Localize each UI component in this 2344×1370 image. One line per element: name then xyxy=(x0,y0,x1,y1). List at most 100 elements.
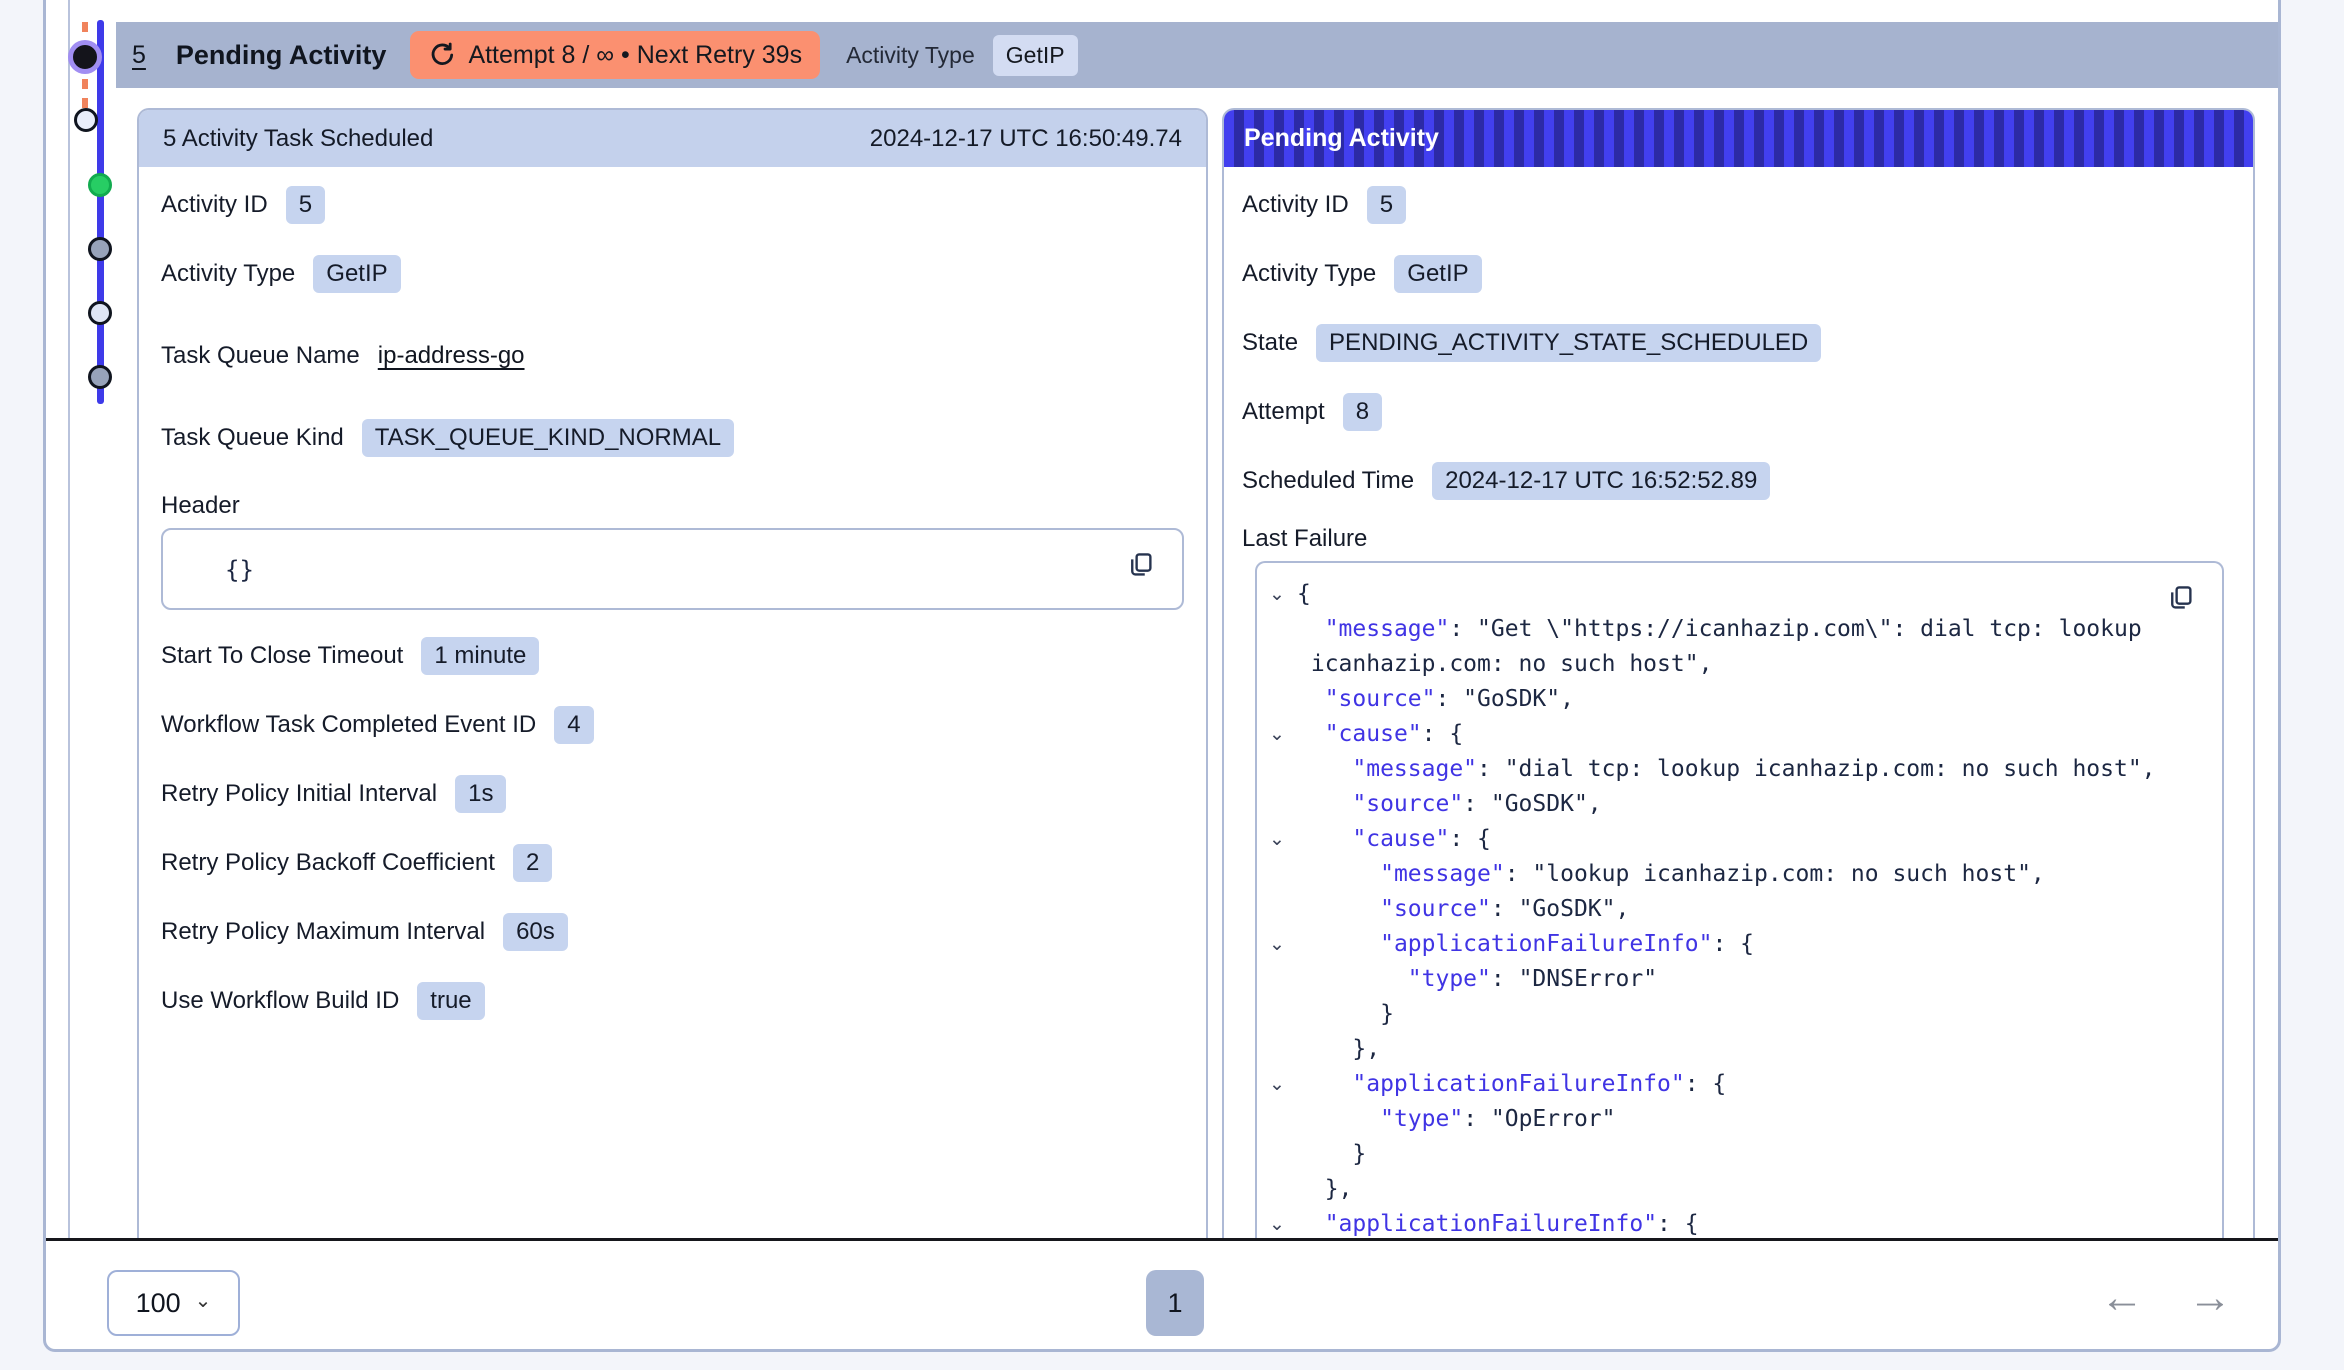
detail-field-row: Retry Policy Maximum Interval 60s xyxy=(161,910,1184,954)
code-text: "source": "GoSDK", xyxy=(1297,787,1602,822)
chevron-down-icon: ⌄ xyxy=(195,1288,212,1313)
code-gutter xyxy=(1257,1172,1297,1207)
detail-field-row: Start To Close Timeout1 minute xyxy=(161,634,1184,678)
event-detail-timestamp: 2024-12-17 UTC 16:50:49.74 xyxy=(870,125,1182,153)
copy-icon[interactable] xyxy=(1126,550,1156,585)
detail-field-row: Use Workflow Build IDtrue xyxy=(161,979,1184,1023)
detail-field-row: Activity ID5 xyxy=(1242,183,2235,227)
field-value-badge: 4 xyxy=(554,706,593,744)
code-gutter xyxy=(1257,857,1297,892)
workflow-event-history-screen: 5 Pending Activity Attempt 8 / ∞ • Next … xyxy=(0,0,2344,1370)
code-gutter xyxy=(1257,1032,1297,1067)
json-code-line: "source": "GoSDK", xyxy=(1257,787,2222,822)
code-gutter xyxy=(1257,892,1297,927)
field-value-badge: TASK_QUEUE_KIND_NORMAL xyxy=(362,419,734,457)
collapse-chevron-icon[interactable]: ⌄ xyxy=(1257,822,1297,857)
light-event-dot[interactable] xyxy=(88,301,112,325)
code-gutter xyxy=(1257,647,1297,682)
detail-field-row: Activity ID5 xyxy=(161,183,1184,227)
json-code-line: "message": "lookup icanhazip.com: no suc… xyxy=(1257,857,2222,892)
field-label: State xyxy=(1242,329,1298,357)
code-text: "type": "DNSError" xyxy=(1297,962,1657,997)
json-code-line: ⌄ "applicationFailureInfo": { xyxy=(1257,1207,2222,1238)
detail-field-row: Task Queue Nameip-address-go xyxy=(161,334,1184,378)
field-value-badge: GetIP xyxy=(1394,255,1481,293)
open-event-dot[interactable] xyxy=(74,108,98,132)
collapse-chevron-icon[interactable]: ⌄ xyxy=(1257,577,1297,612)
field-label: Activity Type xyxy=(1242,260,1376,288)
field-label: Activity ID xyxy=(161,191,268,219)
collapse-chevron-icon[interactable]: ⌄ xyxy=(1257,1207,1297,1238)
code-text: "source": "GoSDK", xyxy=(1297,682,1574,717)
detail-field-row: Scheduled Time2024-12-17 UTC 16:52:52.89 xyxy=(1242,459,2235,503)
success-event-dot[interactable] xyxy=(88,173,112,197)
json-code-line: } xyxy=(1257,1137,2222,1172)
selected-event-dot[interactable] xyxy=(73,45,97,69)
retry-icon xyxy=(428,41,456,69)
collapse-chevron-icon[interactable]: ⌄ xyxy=(1257,717,1297,752)
code-text: "source": "GoSDK", xyxy=(1297,892,1629,927)
json-code-line: ⌄{ xyxy=(1257,577,2222,612)
activity-type-badge: GetIP xyxy=(993,35,1078,76)
previous-page-arrow[interactable]: ← xyxy=(2092,1268,2152,1328)
json-code-line: icanhazip.com: no such host", xyxy=(1257,647,2222,682)
collapse-chevron-icon[interactable]: ⌄ xyxy=(1257,927,1297,962)
task-queue-link[interactable]: ip-address-go xyxy=(378,342,525,370)
detail-field-row: Activity TypeGetIP xyxy=(161,252,1184,296)
code-gutter xyxy=(1257,787,1297,822)
code-gutter xyxy=(1257,997,1297,1032)
header-section-label: Header xyxy=(161,492,1184,520)
activity-task-scheduled-header: 5 Activity Task Scheduled 2024-12-17 UTC… xyxy=(139,110,1206,167)
json-code-line: "type": "DNSError" xyxy=(1257,962,2222,997)
json-code-line: ⌄ "applicationFailureInfo": { xyxy=(1257,927,2222,962)
code-text: "type": "OpError" xyxy=(1297,1102,1616,1137)
field-label: Retry Policy Maximum Interval xyxy=(161,918,485,946)
code-text: { xyxy=(1297,577,1311,612)
json-code-line: "type": "OpError" xyxy=(1257,1102,2222,1137)
pending-activity-header-bar[interactable]: 5 Pending Activity Attempt 8 / ∞ • Next … xyxy=(116,22,2278,88)
gray-event-dot[interactable] xyxy=(88,237,112,261)
field-value-badge: 60s xyxy=(503,913,568,951)
field-value-badge: 8 xyxy=(1343,393,1382,431)
field-value-badge: 5 xyxy=(1367,186,1406,224)
current-page-button[interactable]: 1 xyxy=(1146,1270,1204,1336)
json-code-line: } xyxy=(1257,997,2222,1032)
event-id-link[interactable]: 5 xyxy=(132,41,146,70)
code-text: "applicationFailureInfo": { xyxy=(1297,1207,1699,1238)
detail-field-row: Activity Type GetIP xyxy=(1242,252,2235,296)
next-page-arrow[interactable]: → xyxy=(2180,1268,2240,1328)
code-text: "applicationFailureInfo": { xyxy=(1297,927,1754,962)
code-text: } xyxy=(1297,1137,1366,1172)
page-size-select[interactable]: 100 ⌄ xyxy=(107,1270,240,1336)
pending-activity-card-title: Pending Activity xyxy=(1244,124,1439,153)
json-code-line: }, xyxy=(1257,1032,2222,1067)
field-value-badge: 2 xyxy=(513,844,552,882)
code-gutter xyxy=(1257,1102,1297,1137)
copy-icon[interactable] xyxy=(2166,583,2196,618)
pending-activity-card: Pending Activity Activity ID5 Activity Ty… xyxy=(1222,108,2255,1238)
last-failure-codeblock: ⌄{ "message": "Get \"https://icanhazip.c… xyxy=(1255,561,2224,1238)
field-value-badge: PENDING_ACTIVITY_STATE_SCHEDULED xyxy=(1316,324,1821,362)
detail-field-row: Attempt8 xyxy=(1242,390,2235,434)
code-text: "cause": { xyxy=(1297,822,1491,857)
field-label: Activity Type xyxy=(161,260,295,288)
page-size-value: 100 xyxy=(136,1288,181,1319)
code-gutter xyxy=(1257,682,1297,717)
field-value-badge: 1 minute xyxy=(421,637,539,675)
field-label: Task Queue Kind xyxy=(161,424,344,452)
collapse-chevron-icon[interactable]: ⌄ xyxy=(1257,1067,1297,1102)
field-label: Retry Policy Backoff Coefficient xyxy=(161,849,495,877)
code-text: "cause": { xyxy=(1297,717,1463,752)
code-text: icanhazip.com: no such host", xyxy=(1297,647,1712,682)
retry-attempt-badge: Attempt 8 / ∞ • Next Retry 39s xyxy=(410,31,820,79)
detail-field-row: Retry Policy Backoff Coefficient 2 xyxy=(161,841,1184,885)
code-text: "applicationFailureInfo": { xyxy=(1297,1067,1726,1102)
event-title: Pending Activity xyxy=(176,40,387,71)
code-text: "message": "lookup icanhazip.com: no suc… xyxy=(1297,857,2045,892)
last-failure-label: Last Failure xyxy=(1242,525,2235,553)
field-value-badge: 1s xyxy=(455,775,506,813)
json-code-line: "source": "GoSDK", xyxy=(1257,892,2222,927)
code-text: "message": "dial tcp: lookup icanhazip.c… xyxy=(1297,752,2156,787)
gray-event-dot[interactable] xyxy=(88,365,112,389)
event-row-left-border xyxy=(68,0,70,1238)
